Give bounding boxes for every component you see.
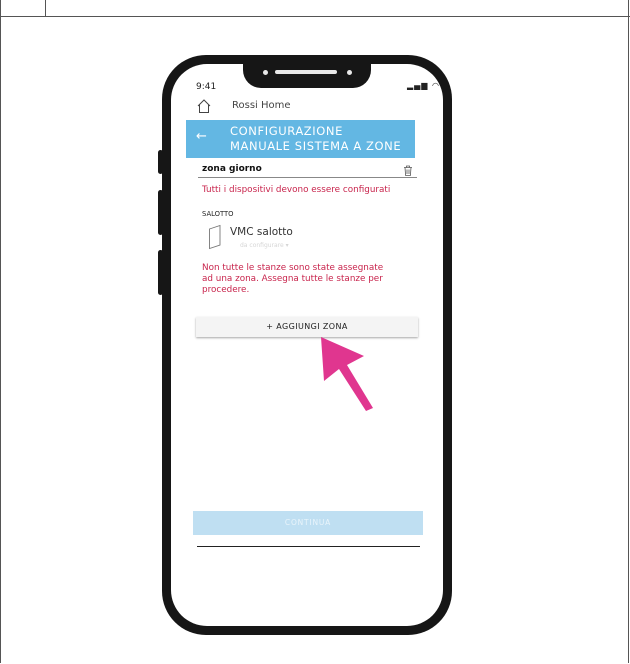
status-time: 9:41 <box>196 82 217 92</box>
continue-button[interactable]: CONTINUA <box>193 511 423 535</box>
assign-rooms-warning: Non tutte le stanze sono state assegnate… <box>202 263 384 295</box>
devices-warning: Tutti i dispositivi devono essere config… <box>202 185 391 195</box>
page-header: ← CONFIGURAZIONE MANUALE SISTEMA A ZONE <box>186 120 415 158</box>
volume-up-button <box>158 190 163 235</box>
notch-sensor-left <box>263 70 268 75</box>
bottom-divider <box>197 546 420 547</box>
pointer-arrow-icon <box>321 337 373 411</box>
volume-down-button <box>158 250 163 295</box>
mute-switch <box>158 150 163 174</box>
vmc-device-icon <box>209 224 221 250</box>
device-status-dropdown[interactable]: da configurare ▾ <box>240 242 289 249</box>
signal-wifi-battery-icon: ▂▄▆ ◠ ▬ <box>407 81 443 90</box>
zone-name-field[interactable]: zona giorno <box>202 164 262 174</box>
table-top-line <box>0 16 630 17</box>
home-title: Rossi Home <box>232 100 291 111</box>
table-column-divider <box>45 0 46 17</box>
phone-notch <box>243 62 371 88</box>
notch-speaker <box>275 70 337 74</box>
back-arrow-icon[interactable]: ← <box>196 129 207 144</box>
home-icon[interactable] <box>196 98 212 114</box>
notch-camera <box>347 70 352 75</box>
add-zone-button[interactable]: + AGGIUNGI ZONA <box>196 317 418 337</box>
device-name[interactable]: VMC salotto <box>230 226 293 238</box>
room-label: SALOTTO <box>202 210 234 218</box>
zone-name-underline <box>198 177 417 178</box>
trash-icon[interactable] <box>403 165 413 176</box>
phone-screen: 9:41 ▂▄▆ ◠ ▬ Rossi Home ← CONFIGURAZIONE… <box>171 64 443 626</box>
page-title: CONFIGURAZIONE MANUALE SISTEMA A ZONE <box>230 124 402 153</box>
